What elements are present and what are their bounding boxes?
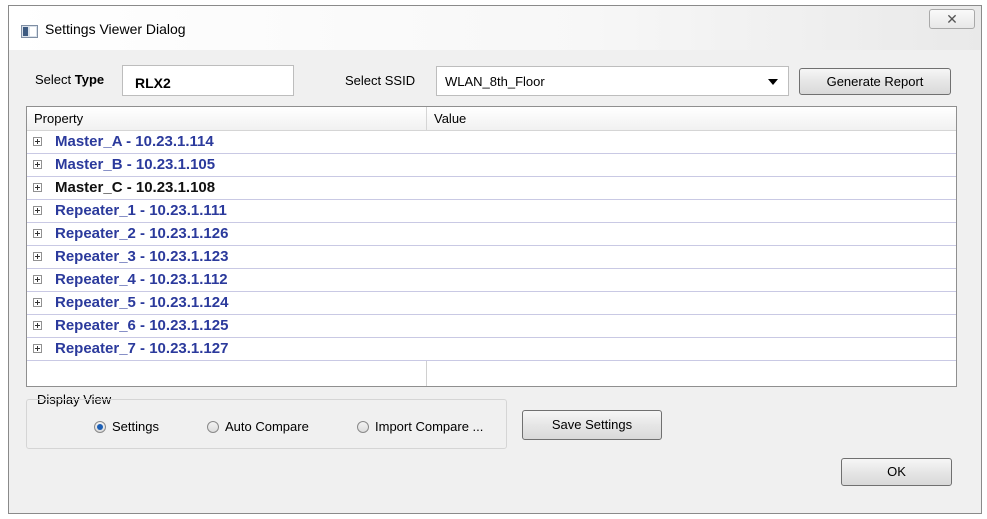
- column-guide-line: [426, 361, 427, 386]
- tree-row[interactable]: Repeater_1 - 10.23.1.111: [27, 200, 956, 223]
- chevron-down-icon[interactable]: [768, 79, 778, 85]
- column-divider[interactable]: [426, 107, 427, 131]
- tree-row-label: Master_B - 10.23.1.105: [55, 156, 216, 173]
- tree-row-label: Repeater_4 - 10.23.1.112: [55, 271, 228, 288]
- tree-row-label: Repeater_6 - 10.23.1.125: [55, 317, 229, 334]
- expand-plus-icon[interactable]: [33, 160, 42, 169]
- tree-row[interactable]: Repeater_3 - 10.23.1.123: [27, 246, 956, 269]
- tree-row-label: Repeater_1 - 10.23.1.111: [55, 202, 227, 219]
- select-type-label: Select Type: [35, 72, 105, 87]
- ssid-value: WLAN_8th_Floor: [445, 74, 545, 89]
- radio-settings-label: Settings: [112, 419, 159, 434]
- tree-row-label: Repeater_3 - 10.23.1.123: [55, 248, 229, 265]
- column-header-property[interactable]: Property: [34, 111, 83, 126]
- tree-header: Property Value: [27, 107, 956, 131]
- radio-checked-icon[interactable]: [94, 421, 106, 433]
- tree-row[interactable]: Repeater_6 - 10.23.1.125: [27, 315, 956, 338]
- column-header-value[interactable]: Value: [434, 111, 466, 126]
- title-bar[interactable]: Settings Viewer Dialog ✕: [9, 6, 981, 50]
- expand-plus-icon[interactable]: [33, 137, 42, 146]
- tree-row-label: Master_A - 10.23.1.114: [55, 133, 214, 150]
- tree-row[interactable]: Repeater_2 - 10.23.1.126: [27, 223, 956, 246]
- tree-row[interactable]: Repeater_4 - 10.23.1.112: [27, 269, 956, 292]
- tree-row-label: Repeater_7 - 10.23.1.127: [55, 340, 229, 357]
- radio-import-compare-label: Import Compare ...: [375, 419, 484, 434]
- ok-button[interactable]: OK: [841, 458, 952, 486]
- expand-plus-icon[interactable]: [33, 275, 42, 284]
- radio-unchecked-icon[interactable]: [357, 421, 369, 433]
- expand-plus-icon[interactable]: [33, 206, 42, 215]
- select-ssid-label: Select SSID: [345, 73, 416, 88]
- expand-plus-icon[interactable]: [33, 229, 42, 238]
- tree-row-label: Repeater_2 - 10.23.1.126: [55, 225, 229, 242]
- window-title: Settings Viewer Dialog: [45, 21, 186, 37]
- type-field[interactable]: RLX2: [122, 65, 294, 96]
- close-icon: ✕: [946, 11, 958, 27]
- tree-row[interactable]: Repeater_7 - 10.23.1.127: [27, 338, 956, 361]
- expand-plus-icon[interactable]: [33, 344, 42, 353]
- type-label-bold: Type: [74, 72, 105, 87]
- tree-row[interactable]: Master_C - 10.23.1.108: [27, 177, 956, 200]
- window-app-icon: [21, 25, 38, 38]
- save-settings-button[interactable]: Save Settings: [522, 410, 662, 440]
- expand-plus-icon[interactable]: [33, 252, 42, 261]
- generate-report-button[interactable]: Generate Report: [799, 68, 951, 95]
- property-tree[interactable]: Property Value Master_A - 10.23.1.114 Mas…: [26, 106, 957, 387]
- expand-plus-icon[interactable]: [33, 183, 42, 192]
- tree-row[interactable]: Master_B - 10.23.1.105: [27, 154, 956, 177]
- expand-plus-icon[interactable]: [33, 321, 42, 330]
- expand-plus-icon[interactable]: [33, 298, 42, 307]
- tree-row[interactable]: Master_A - 10.23.1.114: [27, 131, 956, 154]
- tree-row[interactable]: Repeater_5 - 10.23.1.124: [27, 292, 956, 315]
- radio-auto-compare-label: Auto Compare: [225, 419, 309, 434]
- tree-row-label: Repeater_5 - 10.23.1.124: [55, 294, 229, 311]
- radio-unchecked-icon[interactable]: [207, 421, 219, 433]
- close-button[interactable]: ✕: [929, 9, 975, 29]
- tree-row-label: Master_C - 10.23.1.108: [55, 179, 216, 196]
- ssid-combobox[interactable]: WLAN_8th_Floor: [436, 66, 789, 96]
